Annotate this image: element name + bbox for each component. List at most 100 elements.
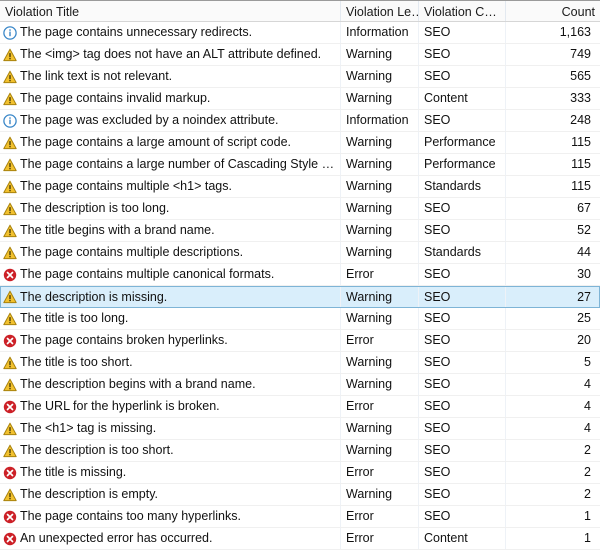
cell-violation-title[interactable]: The page was excluded by a noindex attri… xyxy=(0,110,340,131)
table-row[interactable]: The description is too short. Warning SEO 2 xyxy=(0,440,600,462)
violation-title-text: The description is missing. xyxy=(20,289,168,304)
cell-violation-title[interactable]: The title is missing. xyxy=(0,462,340,483)
table-row[interactable]: The page contains broken hyperlinks. Erro… xyxy=(0,330,600,352)
violation-level-text: Warning xyxy=(346,487,393,501)
violation-category-text: SEO xyxy=(424,509,451,523)
table-row[interactable]: The title is missing. Error SEO 2 xyxy=(0,462,600,484)
violation-title-text: The URL for the hyperlink is broken. xyxy=(20,399,220,413)
cell-count: 27 xyxy=(505,287,600,307)
cell-violation-level: Error xyxy=(340,396,418,417)
cell-violation-title[interactable]: The description is too short. xyxy=(0,440,340,461)
table-row[interactable]: The page contains a large number of Casc… xyxy=(0,154,600,176)
warning-icon xyxy=(3,70,17,84)
warning-icon xyxy=(3,378,17,392)
cell-violation-category: SEO xyxy=(418,287,505,307)
table-row[interactable]: The page contains multiple canonical for… xyxy=(0,264,600,286)
cell-violation-title[interactable]: The title begins with a brand name. xyxy=(0,220,340,241)
cell-violation-title[interactable]: The page contains too many hyperlinks. xyxy=(0,506,340,527)
table-row[interactable]: The page contains multiple descriptions.… xyxy=(0,242,600,264)
violation-level-text: Error xyxy=(346,333,374,347)
cell-violation-title[interactable]: The description begins with a brand name… xyxy=(0,374,340,395)
cell-violation-title[interactable]: The page contains a large number of Casc… xyxy=(0,154,340,175)
violation-title-text: The <img> tag does not have an ALT attri… xyxy=(20,47,322,61)
violation-level-text: Warning xyxy=(346,157,393,171)
violation-title-text: The title is missing. xyxy=(20,465,127,479)
error-icon xyxy=(3,334,17,348)
violation-level-text: Error xyxy=(346,465,374,479)
violation-category-text: SEO xyxy=(424,355,451,369)
cell-violation-level: Warning xyxy=(340,374,418,395)
table-row[interactable]: The link text is not relevant. Warning SEO… xyxy=(0,66,600,88)
table-row[interactable]: The page contains invalid markup. Warning… xyxy=(0,88,600,110)
violation-level-text: Warning xyxy=(346,377,393,391)
violation-title-text: The title begins with a brand name. xyxy=(20,223,215,237)
cell-violation-title[interactable]: The page contains multiple canonical for… xyxy=(0,264,340,285)
count-value: 115 xyxy=(571,135,591,149)
violation-title-text: The page contains a large number of Casc… xyxy=(20,157,335,171)
cell-violation-title[interactable]: The title is too long. xyxy=(0,308,340,329)
violation-level-text: Warning xyxy=(346,290,393,304)
column-header-count[interactable]: Count xyxy=(505,1,600,21)
violation-title-text: The description is empty. xyxy=(20,487,159,501)
cell-violation-title[interactable]: The <h1> tag is missing. xyxy=(0,418,340,439)
table-row[interactable]: The page contains a large amount of scri… xyxy=(0,132,600,154)
cell-count: 1 xyxy=(505,528,600,549)
count-value: 2 xyxy=(584,465,591,479)
table-row[interactable]: The page was excluded by a noindex attri… xyxy=(0,110,600,132)
cell-count: 25 xyxy=(505,308,600,329)
cell-violation-title[interactable]: The page contains broken hyperlinks. xyxy=(0,330,340,351)
cell-violation-title[interactable]: The link text is not relevant. xyxy=(0,66,340,87)
column-header-label: Count xyxy=(561,5,595,19)
cell-violation-level: Error xyxy=(340,330,418,351)
cell-violation-title[interactable]: The description is too long. xyxy=(0,198,340,219)
count-value: 248 xyxy=(570,113,591,127)
table-body: The page contains unnecessary redirects.… xyxy=(0,22,600,550)
column-header-violation-level[interactable]: Violation Le… xyxy=(340,1,418,21)
cell-violation-title[interactable]: The page contains a large amount of scri… xyxy=(0,132,340,153)
table-row[interactable]: The <img> tag does not have an ALT attri… xyxy=(0,44,600,66)
violation-category-text: SEO xyxy=(424,421,451,435)
table-row[interactable]: The URL for the hyperlink is broken. Erro… xyxy=(0,396,600,418)
cell-violation-title[interactable]: The page contains multiple descriptions. xyxy=(0,242,340,263)
violation-category-text: SEO xyxy=(424,377,451,391)
info-icon xyxy=(3,113,17,128)
cell-count: 1 xyxy=(505,506,600,527)
cell-violation-category: Performance xyxy=(418,132,505,153)
violation-level-text: Warning xyxy=(346,179,393,193)
table-row[interactable]: The <h1> tag is missing. Warning SEO 4 xyxy=(0,418,600,440)
table-row[interactable]: The title is too long. Warning SEO 25 xyxy=(0,308,600,330)
cell-violation-title[interactable]: The URL for the hyperlink is broken. xyxy=(0,396,340,417)
cell-count: 4 xyxy=(505,418,600,439)
cell-violation-category: SEO xyxy=(418,418,505,439)
violation-level-text: Information xyxy=(346,113,409,127)
cell-violation-category: SEO xyxy=(418,66,505,87)
cell-violation-title[interactable]: The <img> tag does not have an ALT attri… xyxy=(0,44,340,65)
table-row[interactable]: The title begins with a brand name. Warni… xyxy=(0,220,600,242)
table-row[interactable]: The page contains multiple <h1> tags. War… xyxy=(0,176,600,198)
cell-violation-level: Warning xyxy=(340,198,418,219)
table-row[interactable]: The description is too long. Warning SEO 67 xyxy=(0,198,600,220)
table-row[interactable]: The description is missing. Warning SEO 27 xyxy=(0,286,600,308)
column-header-violation-title[interactable]: Violation Title xyxy=(0,1,340,21)
cell-violation-title[interactable]: The description is missing. xyxy=(0,287,340,307)
cell-violation-title[interactable]: The description is empty. xyxy=(0,484,340,505)
cell-violation-title[interactable]: The page contains multiple <h1> tags. xyxy=(0,176,340,197)
cell-violation-title[interactable]: The page contains invalid markup. xyxy=(0,88,340,109)
cell-violation-title[interactable]: The title is too short. xyxy=(0,352,340,373)
violation-category-text: SEO xyxy=(424,113,451,127)
column-header-label: Violation Title xyxy=(5,5,80,19)
cell-violation-level: Information xyxy=(340,110,418,131)
table-row[interactable]: The title is too short. Warning SEO 5 xyxy=(0,352,600,374)
cell-violation-title[interactable]: The page contains unnecessary redirects. xyxy=(0,22,340,43)
cell-violation-category: SEO xyxy=(418,440,505,461)
cell-violation-level: Warning xyxy=(340,308,418,329)
table-row[interactable]: The description begins with a brand name… xyxy=(0,374,600,396)
count-value: 20 xyxy=(577,333,591,347)
count-value: 52 xyxy=(577,223,591,237)
table-row[interactable]: The page contains too many hyperlinks. Er… xyxy=(0,506,600,528)
column-header-violation-category[interactable]: Violation C… xyxy=(418,1,505,21)
table-row[interactable]: The description is empty. Warning SEO 2 xyxy=(0,484,600,506)
table-row[interactable]: The page contains unnecessary redirects.… xyxy=(0,22,600,44)
table-row[interactable]: An unexpected error has occurred. Error Co… xyxy=(0,528,600,550)
cell-violation-title[interactable]: An unexpected error has occurred. xyxy=(0,528,340,549)
